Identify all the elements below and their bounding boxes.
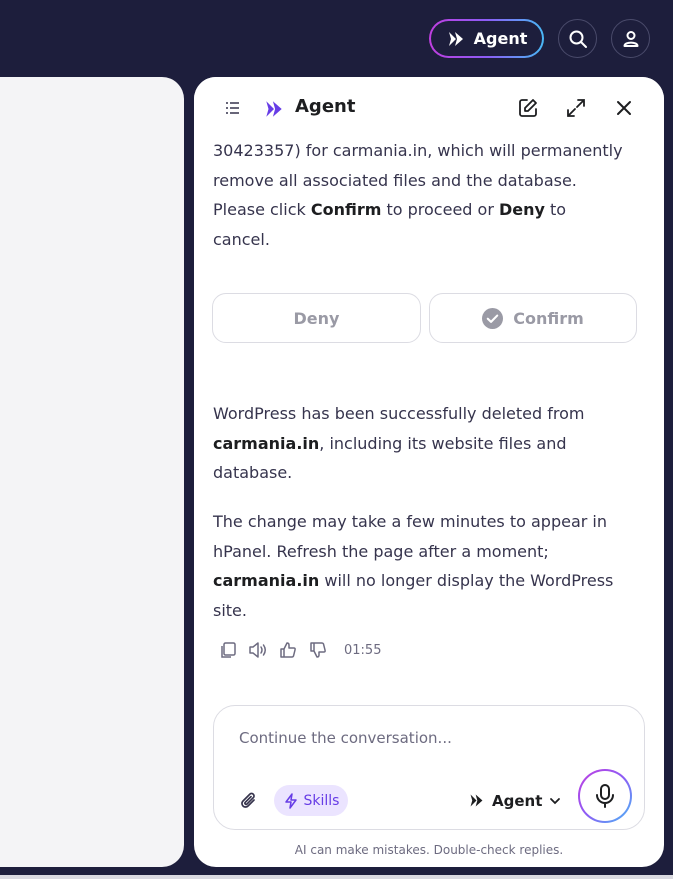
thumbs-up-icon (280, 642, 296, 658)
message-bold-confirm: Confirm (310, 200, 382, 219)
agent-message-confirmation: 30423357) for carmania.in, which will pe… (213, 136, 643, 254)
close-icon (617, 101, 631, 115)
copy-button[interactable] (218, 640, 238, 660)
message-text: to (544, 200, 567, 219)
paperclip-icon (241, 792, 255, 808)
message-text: will no longer display the WordPress (319, 571, 614, 590)
agent-header-logo (262, 97, 286, 121)
read-aloud-button[interactable] (248, 640, 268, 660)
agent-mode-select[interactable]: Agent (468, 785, 561, 816)
message-line: database. (213, 463, 293, 482)
domain-bold: carmania.in (213, 433, 320, 453)
voice-input-button-inner (580, 771, 630, 821)
agent-message-result: WordPress has been successfully deleted … (213, 399, 643, 488)
message-line: WordPress has been successfully deleted … (213, 404, 585, 423)
user-icon (623, 30, 638, 47)
message-composer: Skills Agent (213, 705, 645, 830)
message-line: carmania.in, including its website files… (213, 429, 643, 459)
agent-button[interactable]: Agent (429, 19, 544, 58)
chevron-down-icon (550, 797, 561, 804)
search-button[interactable] (558, 19, 597, 58)
message-line: The change may take a few minutes to app… (213, 512, 608, 531)
microphone-icon (596, 784, 614, 808)
chat-title: Agent (295, 96, 356, 117)
thumbs-down-icon (310, 642, 326, 658)
edit-icon (519, 99, 537, 117)
list-icon (226, 102, 239, 114)
message-line: hPanel. Refresh the page after a moment; (213, 541, 549, 561)
agent-chat-panel: Agent 30423357) for carmania.in, which w… (194, 77, 664, 867)
thumbs-up-button[interactable] (278, 640, 298, 660)
message-line: cancel. (213, 229, 270, 249)
copy-icon (221, 642, 236, 658)
account-button[interactable] (611, 19, 650, 58)
message-line: 30423357) for carmania.in, which will pe… (213, 141, 623, 160)
deny-button-label: Deny (293, 308, 340, 328)
message-timestamp: 01:55 (344, 642, 382, 658)
top-bar: Agent (0, 0, 673, 77)
skills-button[interactable]: Skills (274, 785, 348, 816)
search-icon (569, 30, 587, 48)
attach-button[interactable] (238, 790, 260, 812)
lightning-icon (284, 792, 297, 809)
agent-message-note: The change may take a few minutes to app… (213, 507, 643, 625)
window-bottom-edge (0, 875, 673, 879)
thumbs-down-button[interactable] (308, 640, 328, 660)
main-content-panel (0, 77, 184, 867)
message-actions: 01:55 (218, 640, 381, 660)
message-line: Please click Confirm to proceed or Deny … (213, 195, 643, 225)
agent-button-inner: Agent (431, 21, 542, 56)
message-text: , including its website files and (319, 433, 567, 453)
message-line: site. (213, 600, 247, 620)
ai-disclaimer: AI can make mistakes. Double-check repli… (294, 843, 564, 857)
message-text: Please click (213, 200, 311, 219)
message-line: carmania.in will no longer display the W… (213, 566, 643, 596)
message-input[interactable] (239, 726, 619, 750)
skills-label: Skills (303, 792, 340, 809)
agent-logo-icon (470, 794, 483, 807)
close-button[interactable] (612, 96, 636, 120)
deny-button[interactable]: Deny (212, 293, 421, 343)
agent-button-label: Agent (473, 29, 528, 48)
message-bold-deny: Deny (498, 200, 545, 219)
domain-bold: carmania.in (213, 571, 320, 590)
confirm-button-label: Confirm (513, 308, 584, 328)
agent-logo-icon (448, 31, 463, 46)
history-button[interactable] (222, 97, 244, 119)
message-text: to proceed or (381, 200, 499, 219)
voice-input-button[interactable] (578, 769, 632, 823)
speaker-icon (249, 642, 266, 658)
agent-mode-label: Agent (492, 791, 543, 810)
agent-logo-icon (266, 101, 282, 117)
expand-icon (567, 99, 585, 117)
chat-header: Agent (194, 77, 664, 139)
new-chat-button[interactable] (516, 96, 540, 120)
message-line: remove all associated files and the data… (213, 170, 577, 190)
check-circle-icon (482, 307, 504, 329)
confirm-button[interactable]: Confirm (429, 293, 637, 343)
expand-button[interactable] (564, 96, 588, 120)
